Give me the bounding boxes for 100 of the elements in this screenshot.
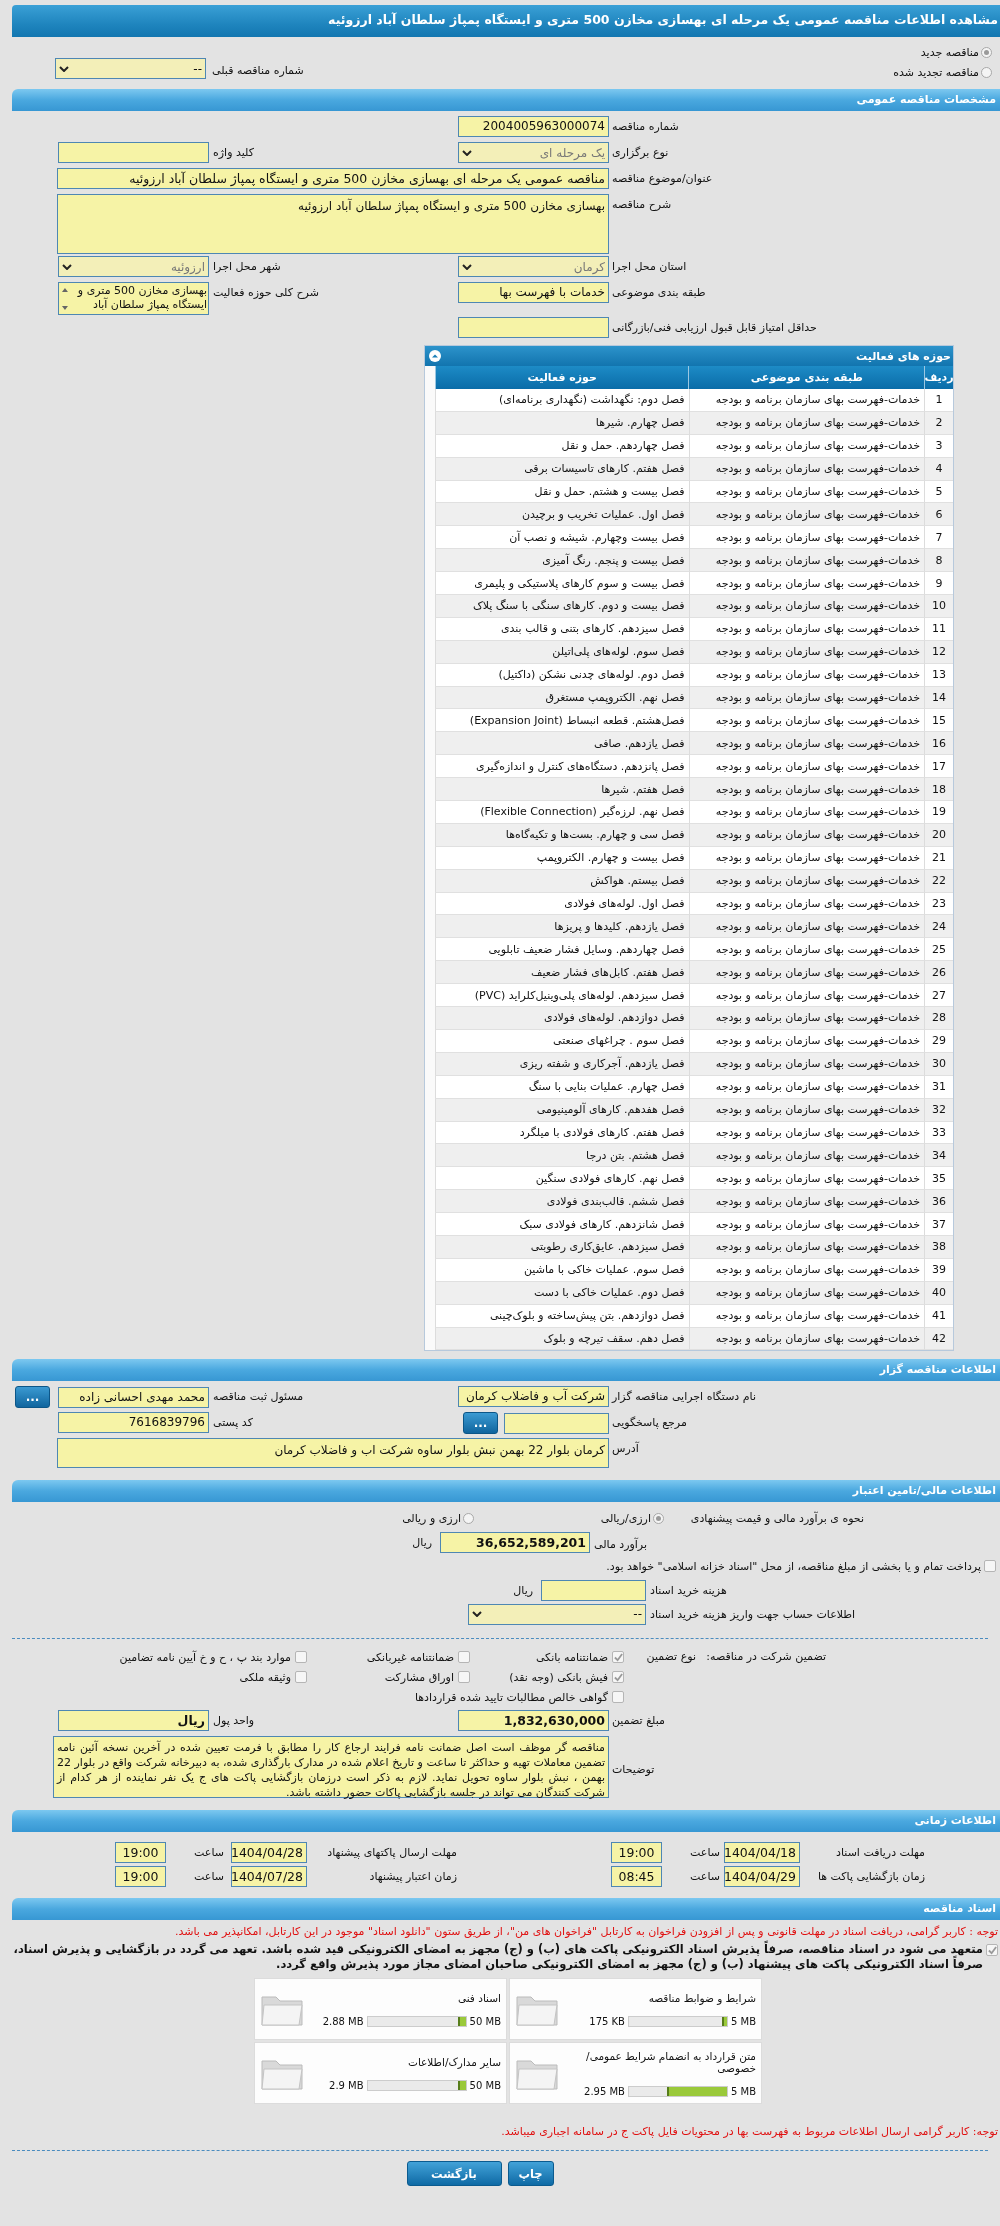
- text-field[interactable]: [504, 1412, 609, 1434]
- checkbox[interactable]: [984, 1560, 996, 1573]
- file-size: 50 MB: [469, 2015, 501, 2027]
- date-field[interactable]: 1404/04/28: [231, 1841, 307, 1863]
- file-size: 2.95 MB: [584, 2085, 625, 2097]
- checkbox[interactable]: [295, 1671, 307, 1684]
- back-button[interactable]: بازگشت: [406, 2161, 502, 2187]
- text-field[interactable]: ریال: [58, 1710, 209, 1732]
- table-cell: 35: [924, 1167, 953, 1191]
- browse-button[interactable]: ...: [15, 1386, 50, 1409]
- text-field[interactable]: خدمات با فهرست بها: [458, 282, 609, 303]
- dropdown[interactable]: --: [468, 1603, 646, 1625]
- field-label: نام دستگاه اجرایی مناقصه گزار: [610, 1389, 757, 1404]
- table-cell: خدمات-فهرست بهای سازمان برنامه و بودجه: [688, 1121, 925, 1145]
- table-cell: 7: [924, 526, 953, 550]
- checkbox[interactable]: [612, 1671, 624, 1684]
- text-field[interactable]: 36,652,589,201: [440, 1531, 590, 1553]
- notice-text: توجه: کاربر گرامی ارسال اطلاعات مربوط به فهرست بها در محتویات فایل پاکت ج در سامانه اجباری میباشد.: [500, 2124, 999, 2141]
- table-cell: خدمات-فهرست بهای سازمان برنامه و بودجه: [688, 572, 925, 595]
- radio-label: ارزی و ریالی: [402, 1511, 461, 1525]
- table-cell: خدمات-فهرست بهای سازمان برنامه و بودجه: [688, 1281, 925, 1305]
- checkbox[interactable]: [458, 1651, 470, 1664]
- date-field[interactable]: 1404/07/28: [231, 1865, 307, 1887]
- table-cell: 20: [924, 823, 953, 847]
- table-cell: خدمات-فهرست بهای سازمان برنامه و بودجه: [688, 961, 925, 985]
- text-area[interactable]: بهسازی مخازن 500 متری و ایستگاه پمپاژ سلطان آباد ارزوئیه: [57, 194, 609, 254]
- table-cell: خدمات-فهرست بهای سازمان برنامه و بودجه: [688, 892, 925, 916]
- time-field[interactable]: 19:00: [115, 1865, 166, 1887]
- dropdown[interactable]: یک مرحله ای: [458, 142, 609, 163]
- section-title: اطلاعات زمانی: [914, 1814, 996, 1828]
- table-cell: 5: [924, 480, 953, 504]
- table-cell: 14: [924, 686, 953, 710]
- checkbox[interactable]: [986, 1944, 998, 1957]
- unit-label: ریال: [412, 1535, 433, 1549]
- text-area[interactable]: بهسازی مخازن 500 متری و ایستگاه پمپاژ سلطان آباد: [58, 282, 209, 315]
- field-label: کد پستی: [212, 1415, 254, 1430]
- text-area[interactable]: کرمان بلوار 22 بهمن نبش بلوار ساوه شرکت اب و فاضلاب کرمان: [57, 1438, 609, 1469]
- field-label: اطلاعات حساب جهت واریز هزینه خرید اسناد: [650, 1607, 857, 1621]
- print-button[interactable]: چاپ: [507, 2161, 554, 2187]
- table-cell: فصل دهم. سقف تیرچه و بلوک: [435, 1327, 689, 1351]
- text-field[interactable]: [458, 317, 609, 338]
- table-cell: فصل بیست و سوم کارهای پلاستیکی و پلیمری: [435, 572, 689, 595]
- time-field[interactable]: 19:00: [611, 1841, 662, 1863]
- time-field[interactable]: 08:45: [611, 1865, 662, 1887]
- file-name: اسناد فنی: [456, 1991, 501, 2004]
- collapse-icon[interactable]: [429, 350, 441, 362]
- file-size: 50 MB: [469, 2079, 501, 2091]
- section-title: مشخصات مناقصه عمومی: [856, 93, 996, 106]
- table-cell: فصل سیزدهم. لوله‌های پلی‌وینیل‌کلراید (PVC): [435, 984, 689, 1008]
- table-cell: فصل دوم. عملیات خاکی با دست: [435, 1281, 689, 1305]
- checkbox-label: موارد بند پ ، ح و خ آیین نامه تضامین: [119, 1650, 291, 1664]
- table-cell: فصل پانزدهم. دستگاه‌های کنترل و اندازه‌گیری: [435, 755, 689, 779]
- field-label: طبقه بندی موضوعی: [611, 285, 707, 299]
- text-field[interactable]: 2004005963000074: [458, 116, 609, 137]
- text-field[interactable]: مناقصه عمومی یک مرحله ای بهسازی مخازن 500 متری و ایستگاه پمپاژ سلطان آباد ارزوئیه: [57, 168, 609, 189]
- checkbox-label: پرداخت تمام و یا بخشی از مبلغ مناقصه، از محل "اسناد خزانه اسلامی" خواهد بود.: [606, 1559, 981, 1573]
- time-field[interactable]: 19:00: [115, 1841, 166, 1863]
- text-field[interactable]: [58, 142, 209, 163]
- dropdown[interactable]: کرمان: [458, 256, 609, 277]
- text-field[interactable]: 1,832,630,000: [458, 1710, 609, 1732]
- text-field[interactable]: محمد مهدی احسانی زاده: [58, 1386, 209, 1408]
- table-cell: فصل شانزدهم. کارهای فولادی سبک: [435, 1213, 689, 1236]
- chevron-down-icon: [59, 65, 69, 72]
- checkbox[interactable]: [295, 1651, 307, 1664]
- table-cell: خدمات-فهرست بهای سازمان برنامه و بودجه: [688, 1167, 925, 1191]
- table-cell: فصل اول. لوله‌های فولادی: [435, 892, 689, 916]
- table-cell: 10: [924, 595, 953, 618]
- checkbox[interactable]: [612, 1691, 624, 1704]
- text-field[interactable]: [541, 1579, 646, 1601]
- browse-button[interactable]: ...: [463, 1412, 498, 1435]
- file-size: 2.9 MB: [329, 2079, 364, 2091]
- table-cell: خدمات-فهرست بهای سازمان برنامه و بودجه: [688, 640, 925, 664]
- text-field[interactable]: 7616839796: [58, 1412, 209, 1434]
- table-cell: فصل دوازدهم. بتن پیش‌ساخته و بلوک‌چینی: [435, 1304, 689, 1328]
- field-label: مهلت دریافت اسناد: [835, 1845, 925, 1859]
- text-area[interactable]: مناقصه گر موظف است اصل ضمانت نامه فرایند ارجاع کار را مطابق با فرمت تعیین شده در آخرین نسخه آئین نامه تضمین معاملات تهیه و حداکثر تا ساعت و تاریخ اعلام شده در مدارک بارگذاری شده، به دبیرخانه شرکت واقع در بلوار 22 بهمن ، نبش بلوار ساوه تحویل نماید. لازم به ذکر است درزمان بازگشایی پاکت های ج یک نفر نماینده از هر کدام از شرکت کنندگان می تواند در جلسه بازگشایی پاکات حضور داشته باشد.: [53, 1736, 609, 1799]
- radio-button[interactable]: [463, 1512, 474, 1524]
- table-cell: 37: [924, 1213, 953, 1236]
- notice-text: توجه : کاربر گرامی، دریافت اسناد در مهلت قانونی و پس از افزودن فراخوان به کارتابل "فراخوان های من"، از طریق ستون "دانلود اسناد" موجود در این کارتابل، امکانپذیر می باشد.: [173, 1924, 999, 1940]
- radio-button[interactable]: [981, 67, 992, 78]
- table-cell: فصل دوم. لوله‌های چدنی نشکن (داکتیل): [435, 663, 689, 687]
- text-field[interactable]: شرکت آب و فاضلاب کرمان: [458, 1386, 609, 1408]
- chevron-down-icon: [462, 149, 472, 156]
- checkbox[interactable]: [458, 1671, 470, 1684]
- dropdown[interactable]: ارزوئیه: [58, 256, 209, 277]
- radio-button[interactable]: [981, 47, 992, 58]
- checkbox[interactable]: [612, 1651, 624, 1664]
- table-cell: 13: [924, 663, 953, 687]
- table-cell: فصل سیزدهم. عایق‌کاری رطوبتی: [435, 1235, 689, 1259]
- table-cell: 4: [924, 457, 953, 481]
- date-field[interactable]: 1404/04/18: [724, 1841, 800, 1863]
- table-cell: فصل یازدهم. صافی: [435, 732, 689, 756]
- field-label: واحد پول: [212, 1713, 256, 1728]
- date-field[interactable]: 1404/04/29: [724, 1865, 800, 1887]
- table-cell: 27: [924, 984, 953, 1008]
- radio-button[interactable]: [653, 1512, 664, 1524]
- table-cell: فصل هفتم. شیرها: [435, 778, 689, 802]
- table-cell: فصل هفتم. کابل‌های فشار ضعیف: [435, 961, 689, 985]
- table-cell: خدمات-فهرست بهای سازمان برنامه و بودجه: [688, 846, 925, 870]
- dropdown[interactable]: --: [55, 58, 206, 79]
